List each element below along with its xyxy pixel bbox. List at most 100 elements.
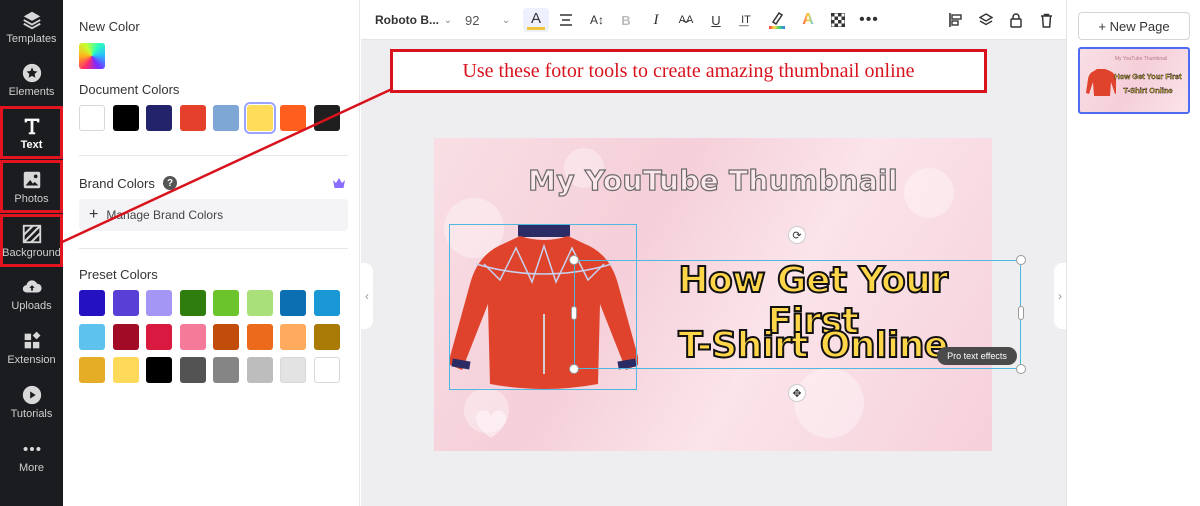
chevron-down-icon[interactable]: ⌄ [499,8,513,32]
lock-icon[interactable] [1004,8,1028,32]
letter-spacing-icon[interactable]: A̶A [674,8,698,32]
nav-label: Photos [14,192,49,205]
pages-panel: + New Page My YouTube Thumbnail How Get … [1066,0,1200,506]
design-title[interactable]: My YouTube Thumbnail [434,163,992,197]
pro-text-effects-badge[interactable]: Pro text effects [937,347,1017,365]
nav-tutorials[interactable]: Tutorials [0,375,63,428]
star-icon [22,63,41,82]
font-family-select[interactable]: Roboto B... [375,8,441,32]
document-color-swatch[interactable] [213,105,239,131]
preset-color-swatch[interactable] [146,323,172,350]
letter-a-icon: A [530,9,541,27]
nav-label: More [18,461,45,474]
resize-handle[interactable] [1016,255,1026,265]
text-color-bar [527,26,545,30]
underline-icon[interactable]: U [704,8,728,32]
preset-color-swatch[interactable] [179,290,206,316]
text-effects-icon[interactable]: A [795,8,821,32]
preset-color-swatch[interactable] [79,357,105,383]
plus-icon: + [89,206,99,223]
preset-color-swatch[interactable] [112,357,139,383]
image-icon [23,171,40,188]
left-navigation: Templates Elements Text Photos Backgroun… [0,0,63,506]
nav-label: Templates [6,32,57,45]
chevron-down-icon[interactable]: ⌄ [441,8,455,32]
preset-color-swatch[interactable] [79,323,105,350]
preset-color-swatch[interactable] [146,357,172,383]
preset-color-swatch[interactable] [280,290,306,316]
trash-icon[interactable] [1034,8,1058,32]
nav-label: Elements [8,85,55,98]
nav-photos[interactable]: Photos [0,160,63,213]
side-handle[interactable] [1018,306,1024,320]
preset-color-swatch[interactable] [112,323,139,350]
document-color-swatch[interactable] [146,105,172,131]
annotation-callout: Use these fotor tools to create amazing … [390,49,987,93]
preset-color-swatch[interactable] [213,290,239,316]
background-stripes-icon [22,224,41,243]
resize-handle[interactable] [569,364,579,374]
more-options-icon[interactable]: ••• [857,8,881,32]
italic-icon[interactable]: I [644,8,668,32]
divider [79,155,348,156]
document-color-swatch[interactable] [280,105,306,131]
rotate-icon[interactable]: ⟳ [788,226,806,244]
nav-more[interactable]: More [0,429,63,482]
nav-background[interactable]: Background [0,214,63,267]
document-color-swatch[interactable] [313,105,340,131]
highlight-color-icon[interactable] [764,8,790,32]
layers-icon [22,11,41,29]
preset-color-swatch[interactable] [112,290,139,316]
play-icon [22,385,41,404]
side-handle[interactable] [571,306,577,320]
preset-color-swatch[interactable] [313,323,340,350]
bold-icon[interactable]: B [614,8,638,32]
cloud-upload-icon [22,279,42,292]
text-size-icon[interactable]: A↕ [585,8,609,32]
preset-color-swatch[interactable] [246,290,273,316]
document-color-swatch[interactable] [179,105,206,131]
layers-icon[interactable] [974,8,998,32]
document-color-swatch[interactable] [243,102,276,134]
preset-color-swatch[interactable] [79,290,105,316]
preset-color-swatch[interactable] [213,323,239,350]
preset-color-swatch[interactable] [146,290,172,316]
preset-color-swatch[interactable] [213,357,239,383]
preset-colors-title: Preset Colors [79,267,158,282]
resize-handle[interactable] [569,255,579,265]
preset-color-swatch[interactable] [246,323,273,350]
document-color-swatch[interactable] [112,105,139,131]
align-left-icon[interactable] [944,8,968,32]
collapse-left-panel-button[interactable]: ‹ [361,263,373,329]
text-toolbar: Roboto B... ⌄ 92 ⌄ A A↕ B I A̶A U I͟T A … [361,0,1066,40]
preset-color-swatch[interactable] [280,357,306,383]
nav-extension[interactable]: Extension [0,321,63,374]
preset-color-swatch[interactable] [313,290,340,316]
preset-color-swatch[interactable] [179,357,206,383]
text-color-button[interactable]: A [523,8,549,32]
heart-icon [475,410,507,438]
color-panel: New Color Document Colors Brand Colors ?… [63,0,360,506]
preset-color-swatch[interactable] [280,323,306,350]
help-icon[interactable]: ? [163,176,177,190]
resize-handle[interactable] [1016,364,1026,374]
align-center-icon[interactable] [554,8,578,32]
line-height-icon[interactable]: I͟T [734,8,758,32]
nav-elements[interactable]: Elements [0,53,63,106]
nav-uploads[interactable]: Uploads [0,267,63,320]
page-thumbnail[interactable]: My YouTube Thumbnail How Get Your First … [1078,47,1190,114]
move-icon[interactable]: ✥ [788,384,806,402]
font-size-select[interactable]: 92 [465,8,495,32]
transparency-icon[interactable] [826,8,850,32]
preset-color-swatch[interactable] [179,323,206,350]
preset-color-swatch[interactable] [313,357,340,383]
nav-text[interactable]: Text [0,106,63,159]
manage-brand-colors-button[interactable]: + Manage Brand Colors [79,199,348,231]
nav-label: Text [20,138,43,151]
preset-color-swatch[interactable] [246,357,273,383]
collapse-right-panel-button[interactable]: › [1054,263,1066,329]
new-color-swatch[interactable] [79,43,105,69]
new-page-button[interactable]: + New Page [1078,12,1190,40]
document-color-swatch[interactable] [79,105,105,131]
nav-templates[interactable]: Templates [0,0,63,53]
